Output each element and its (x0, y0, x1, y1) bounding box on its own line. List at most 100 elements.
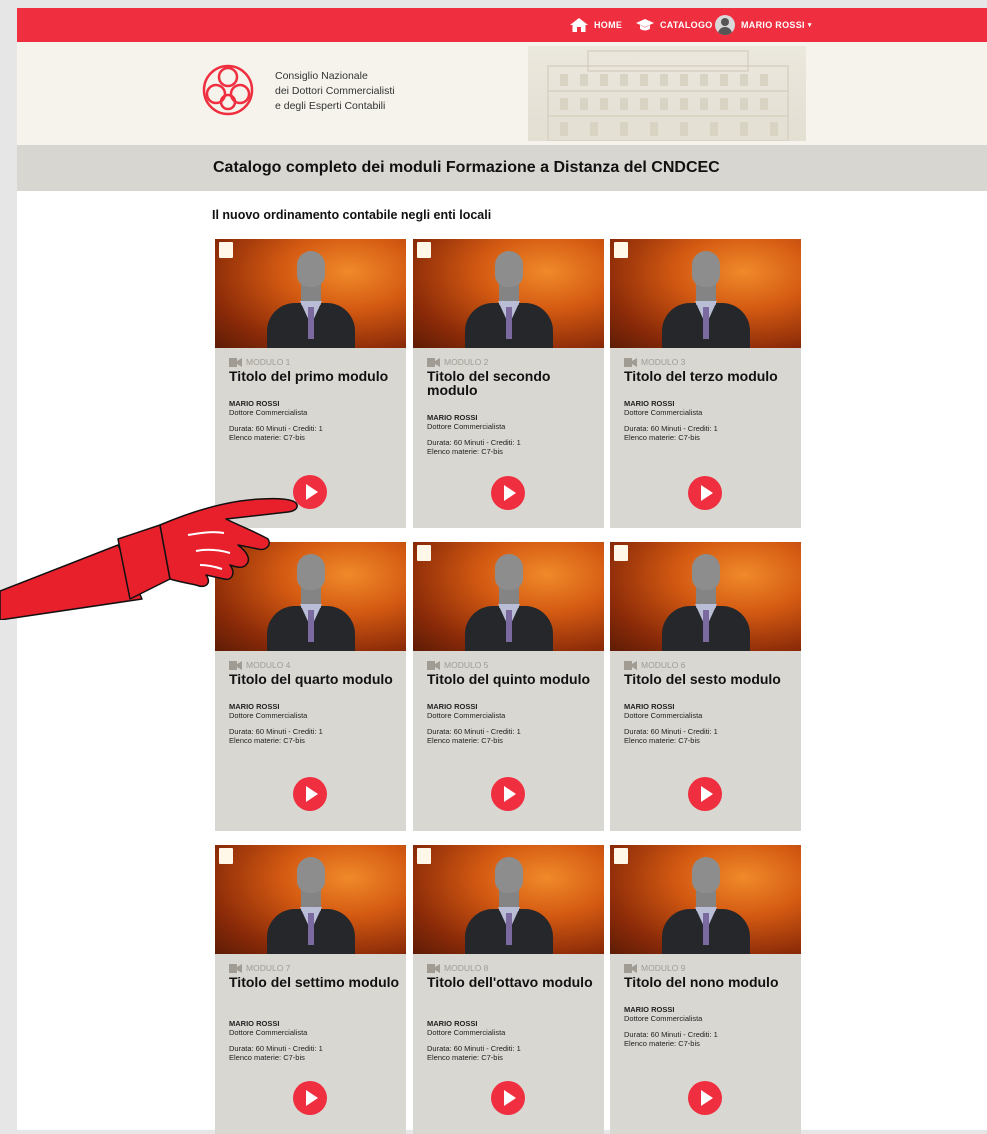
module-duration: Durata: 60 Minuti - Crediti: 1 (427, 438, 521, 447)
ofna-badge-icon (614, 848, 628, 864)
author-role: Dottore Commercialista (624, 408, 703, 417)
ofna-badge-icon (417, 545, 431, 561)
module-subjects: Elenco materie: C7-bis (229, 736, 305, 745)
section-title: Il nuovo ordinamento contabile negli ent… (212, 208, 492, 222)
module-details: Durata: 60 Minuti - Crediti: 1 Elenco ma… (229, 1044, 323, 1062)
play-button[interactable] (688, 777, 722, 811)
play-button[interactable] (491, 777, 525, 811)
play-button[interactable] (491, 476, 525, 510)
module-duration: Durata: 60 Minuti - Crediti: 1 (427, 1044, 521, 1053)
video-camera-icon (624, 660, 637, 670)
module-title[interactable]: Titolo del quinto modulo (427, 672, 599, 686)
module-details: Durata: 60 Minuti - Crediti: 1 Elenco ma… (624, 1030, 718, 1048)
speaker-tie (506, 307, 512, 339)
author-name: MARIO ROSSI (427, 702, 478, 711)
speaker-head (297, 857, 325, 893)
module-number: MODULO 6 (641, 660, 686, 670)
nav-home-link[interactable]: HOME (570, 8, 622, 42)
module-card: MODULO 1 Titolo del primo modulo MARIO R… (215, 239, 406, 528)
cndcec-logo-icon (202, 64, 254, 116)
play-button[interactable] (688, 476, 722, 510)
nav-user-menu[interactable]: MARIO ROSSI ▾ (715, 8, 812, 42)
module-title[interactable]: Titolo dell'ottavo modulo (427, 975, 599, 989)
video-camera-icon (427, 963, 440, 973)
module-duration: Durata: 60 Minuti - Crediti: 1 (229, 727, 323, 736)
module-number: MODULO 9 (641, 963, 686, 973)
module-card: MODULO 7 Titolo del settimo modulo MARIO… (215, 845, 406, 1134)
speaker-tie (308, 307, 314, 339)
author-role: Dottore Commercialista (624, 1014, 703, 1023)
module-author: MARIO ROSSI Dottore Commercialista (624, 1005, 702, 1023)
module-title[interactable]: Titolo del sesto modulo (624, 672, 796, 686)
ofna-badge-icon (219, 242, 233, 258)
pointing-hand-icon (0, 497, 298, 620)
module-label: MODULO 8 (427, 963, 488, 973)
module-duration: Durata: 60 Minuti - Crediti: 1 (624, 727, 718, 736)
module-details: Durata: 60 Minuti - Crediti: 1 Elenco ma… (427, 727, 521, 745)
module-title[interactable]: Titolo del settimo modulo (229, 975, 401, 989)
module-author: MARIO ROSSI Dottore Commercialista (624, 399, 702, 417)
top-navigation-bar: HOME CATALOGO MARIO ROSSI ▾ (17, 8, 987, 42)
module-duration: Durata: 60 Minuti - Crediti: 1 (229, 1044, 323, 1053)
speaker-head (495, 554, 523, 590)
avatar (715, 15, 735, 35)
module-thumbnail[interactable] (413, 239, 604, 348)
play-button[interactable] (688, 1081, 722, 1115)
speaker-tie (703, 307, 709, 339)
module-card: MODULO 9 Titolo del nono modulo MARIO RO… (610, 845, 801, 1134)
module-label: MODULO 1 (229, 357, 290, 367)
module-number: MODULO 3 (641, 357, 686, 367)
module-number: MODULO 1 (246, 357, 291, 367)
author-role: Dottore Commercialista (427, 422, 506, 431)
module-thumbnail[interactable] (610, 845, 801, 954)
play-button[interactable] (293, 1081, 327, 1115)
module-title[interactable]: Titolo del secondo modulo (427, 369, 599, 397)
module-subjects: Elenco materie: C7-bis (229, 1053, 305, 1062)
graduation-cap-icon (636, 19, 654, 31)
module-title[interactable]: Titolo del terzo modulo (624, 369, 796, 383)
module-thumbnail[interactable] (215, 845, 406, 954)
module-thumbnail[interactable] (215, 239, 406, 348)
speaker-head (692, 857, 720, 893)
module-duration: Durata: 60 Minuti - Crediti: 1 (624, 424, 718, 433)
module-author: MARIO ROSSI Dottore Commercialista (427, 702, 505, 720)
org-line-1: Consiglio Nazionale (275, 70, 368, 82)
module-card: MODULO 5 Titolo del quinto modulo MARIO … (413, 542, 604, 831)
module-duration: Durata: 60 Minuti - Crediti: 1 (624, 1030, 718, 1039)
author-name: MARIO ROSSI (229, 399, 280, 408)
module-thumbnail[interactable] (413, 845, 604, 954)
org-line-3: e degli Esperti Contabili (275, 100, 386, 112)
author-name: MARIO ROSSI (624, 702, 675, 711)
speaker-tie (308, 610, 314, 642)
author-name: MARIO ROSSI (624, 399, 675, 408)
module-label: MODULO 6 (624, 660, 685, 670)
speaker-head (297, 554, 325, 590)
ofna-badge-icon (614, 545, 628, 561)
module-thumbnail[interactable] (610, 239, 801, 348)
site-header: Consiglio Nazionale dei Dottori Commerci… (17, 42, 987, 145)
module-title[interactable]: Titolo del quarto modulo (229, 672, 401, 686)
nav-catalog-link[interactable]: CATALOGO (636, 8, 713, 42)
module-title[interactable]: Titolo del nono modulo (624, 975, 796, 989)
author-role: Dottore Commercialista (229, 711, 308, 720)
module-author: MARIO ROSSI Dottore Commercialista (229, 399, 307, 417)
module-thumbnail[interactable] (610, 542, 801, 651)
module-details: Durata: 60 Minuti - Crediti: 1 Elenco ma… (427, 438, 521, 456)
module-thumbnail[interactable] (413, 542, 604, 651)
module-title[interactable]: Titolo del primo modulo (229, 369, 401, 383)
module-subjects: Elenco materie: C7-bis (624, 736, 700, 745)
module-duration: Durata: 60 Minuti - Crediti: 1 (427, 727, 521, 736)
module-subjects: Elenco materie: C7-bis (624, 433, 700, 442)
nav-catalog-label: CATALOGO (660, 20, 713, 30)
author-name: MARIO ROSSI (624, 1005, 675, 1014)
chevron-down-icon: ▾ (807, 22, 812, 29)
play-button[interactable] (293, 777, 327, 811)
home-icon (570, 18, 588, 32)
module-number: MODULO 2 (444, 357, 489, 367)
speaker-head (297, 251, 325, 287)
play-button[interactable] (491, 1081, 525, 1115)
module-number: MODULO 8 (444, 963, 489, 973)
module-subjects: Elenco materie: C7-bis (427, 736, 503, 745)
speaker-tie (703, 610, 709, 642)
video-camera-icon (624, 357, 637, 367)
